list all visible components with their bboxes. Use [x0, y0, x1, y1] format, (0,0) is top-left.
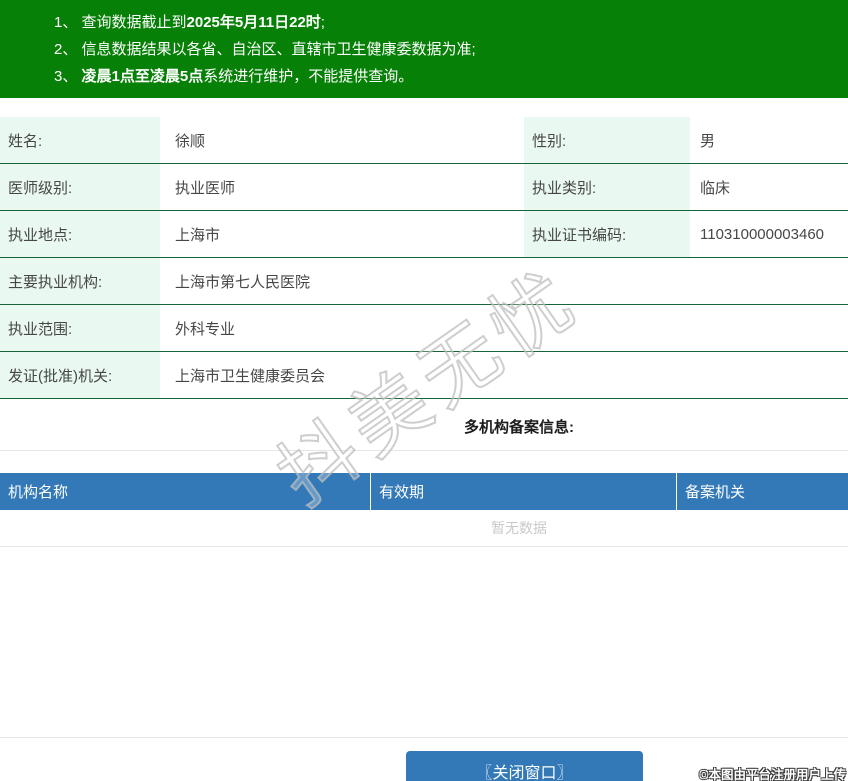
- notice-banner: 1、 查询数据截止到2025年5月11日22时; 2、 信息数据结果以各省、自治…: [0, 0, 848, 98]
- info-row-main-institution: 主要执业机构: 上海市第七人民医院: [0, 258, 848, 305]
- certificate-number-value: 110310000003460: [690, 211, 848, 257]
- records-table-header: 机构名称 有效期 备案机关: [0, 473, 848, 510]
- notice-text: 信息数据结果以各省、自治区、直辖市卫生健康委数据为准;: [82, 41, 476, 58]
- doctor-level-value: 执业医师: [160, 164, 524, 210]
- practice-category-label: 执业类别:: [524, 164, 690, 210]
- gender-value: 男: [690, 117, 848, 163]
- col-header-institution-name: 机构名称: [0, 473, 370, 510]
- empty-data-text: 暂无数据: [0, 510, 848, 547]
- info-row-location-certificate: 执业地点: 上海市 执业证书编码: 110310000003460: [0, 211, 848, 258]
- info-row-name-gender: 姓名: 徐顺 性别: 男: [0, 117, 848, 164]
- notice-item-2: 2、 信息数据结果以各省、自治区、直辖市卫生健康委数据为准;: [54, 36, 838, 63]
- close-window-button[interactable]: 〖关闭窗口〗: [406, 751, 643, 781]
- notice-number: 2、: [54, 41, 82, 58]
- gender-label: 性别:: [524, 117, 690, 163]
- divider: [0, 450, 848, 451]
- notice-text: 查询数据截止到: [82, 14, 187, 31]
- notice-item-1: 1、 查询数据截止到2025年5月11日22时;: [54, 9, 838, 36]
- certificate-number-label: 执业证书编码:: [524, 211, 690, 257]
- info-row-issuing-authority: 发证(批准)机关: 上海市卫生健康委员会: [0, 352, 848, 399]
- info-row-level-category: 医师级别: 执业医师 执业类别: 临床: [0, 164, 848, 211]
- spacer: [0, 547, 848, 737]
- notice-number: 3、: [54, 68, 82, 85]
- practice-scope-value: 外科专业: [160, 305, 848, 351]
- section-title-multi-org-records: 多机构备案信息:: [0, 416, 848, 434]
- footer-credit-watermark: ©本图由平台注册用户上传: [699, 764, 846, 781]
- page: 1、 查询数据截止到2025年5月11日22时; 2、 信息数据结果以各省、自治…: [0, 0, 848, 781]
- practice-scope-label: 执业范围:: [0, 305, 160, 351]
- footer: 〖关闭窗口〗 ©本图由平台注册用户上传: [0, 737, 848, 781]
- practice-location-value: 上海市: [160, 211, 524, 257]
- notice-item-3: 3、 凌晨1点至凌晨5点系统进行维护，不能提供查询。: [54, 63, 838, 90]
- col-header-record-authority: 备案机关: [676, 473, 848, 510]
- notice-number: 1、: [54, 14, 82, 31]
- notice-text-bold: 2025年5月11日22时: [187, 14, 321, 31]
- notice-text-bold: 凌晨1点至凌晨5点: [82, 68, 204, 85]
- doctor-level-label: 医师级别:: [0, 164, 160, 210]
- practice-location-label: 执业地点:: [0, 211, 160, 257]
- notice-text: 系统进行维护，不能提供查询。: [203, 68, 413, 85]
- name-value: 徐顺: [160, 117, 524, 163]
- practice-category-value: 临床: [690, 164, 848, 210]
- name-label: 姓名:: [0, 117, 160, 163]
- issuing-authority-label: 发证(批准)机关:: [0, 352, 160, 398]
- issuing-authority-value: 上海市卫生健康委员会: [160, 352, 848, 398]
- col-header-validity-period: 有效期: [370, 473, 676, 510]
- main-institution-value: 上海市第七人民医院: [160, 258, 848, 304]
- notice-text: ;: [321, 14, 325, 31]
- practitioner-info-table: 姓名: 徐顺 性别: 男 医师级别: 执业医师 执业类别: 临床 执业地点: 上…: [0, 117, 848, 399]
- info-row-practice-scope: 执业范围: 外科专业: [0, 305, 848, 352]
- main-institution-label: 主要执业机构:: [0, 258, 160, 304]
